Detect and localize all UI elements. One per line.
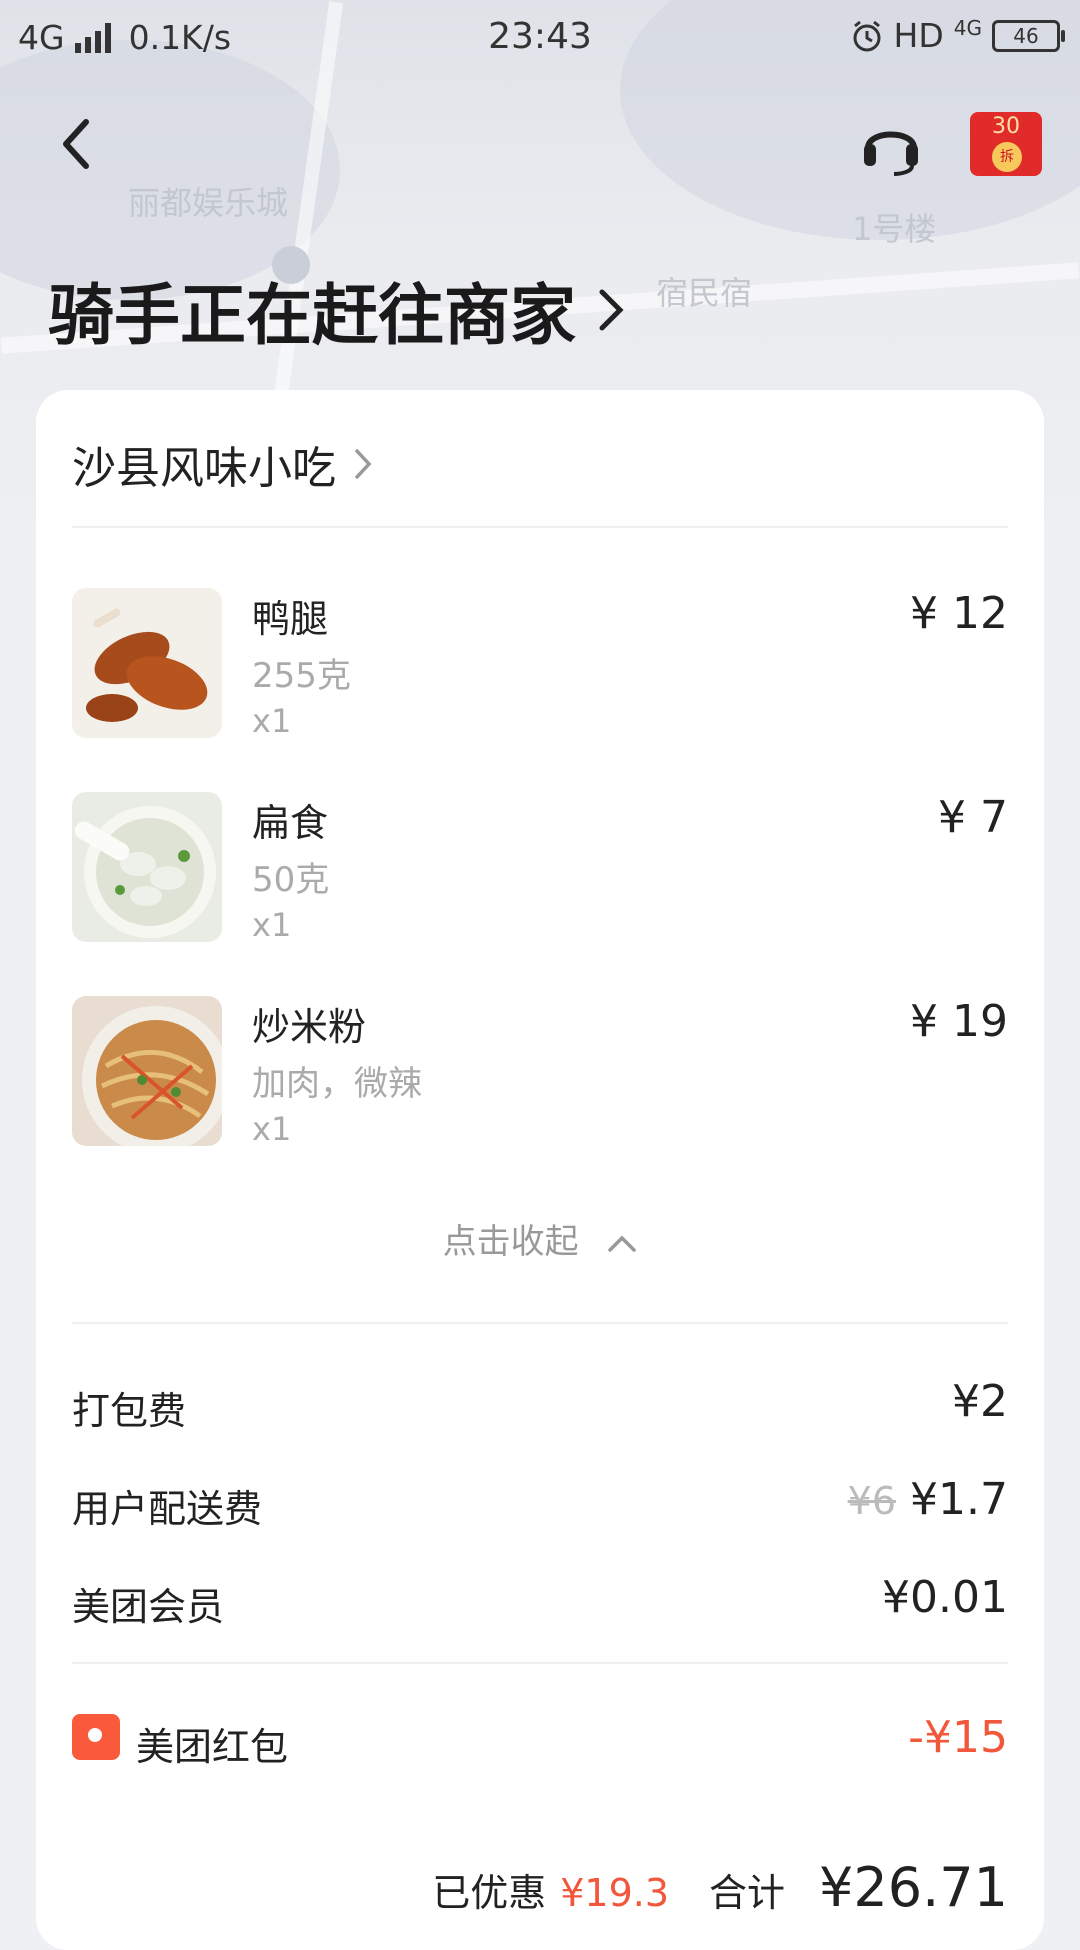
item-name: 炒米粉 (252, 1005, 367, 1049)
order-item: 扁食 50克 x1 ¥ 7 (72, 792, 1008, 944)
divider (72, 1662, 1008, 1664)
chevron-up-icon (608, 1235, 637, 1252)
item-qty: x1 (252, 1110, 292, 1148)
item-qty: x1 (252, 702, 292, 740)
red-packet-button[interactable]: 30 拆 (970, 112, 1042, 176)
discount-value: ¥19.3 (560, 1871, 670, 1915)
chevron-right-icon (355, 449, 372, 479)
fee-value: ¥1.7 (910, 1474, 1008, 1525)
total-label: 合计 (709, 1871, 786, 1915)
total-value: ¥26.71 (819, 1856, 1008, 1919)
item-spec: 加肉，微辣 (252, 1064, 422, 1104)
item-spec: 50克 (252, 860, 330, 900)
red-packet-value: -¥15 (908, 1712, 1008, 1763)
member-fee-row: 美团会员 ¥0.01 (72, 1572, 1008, 1636)
customer-service-button[interactable] (860, 116, 922, 176)
packing-fee-row: 打包费 ¥2 (72, 1376, 1008, 1440)
fee-value: ¥2 (952, 1376, 1008, 1427)
fee-value: ¥0.01 (882, 1572, 1008, 1623)
map-label: 宿民宿 (656, 274, 753, 312)
map-label: 1号楼 (852, 210, 937, 248)
order-status-title[interactable]: 骑手正在赶往商家 (48, 262, 624, 358)
collapse-label: 点击收起 (442, 1222, 579, 1262)
fee-label: 打包费 (72, 1389, 187, 1433)
item-name: 鸭腿 (252, 597, 329, 641)
discount-label: 已优惠 (432, 1871, 547, 1915)
battery-level: 46 (1013, 23, 1039, 48)
order-item: 鸭腿 255克 x1 ¥ 12 (72, 588, 1008, 740)
item-price: ¥ 19 (910, 996, 1008, 1047)
wonton-image (72, 792, 222, 942)
fee-label: 用户配送费 (72, 1487, 263, 1531)
red-packet-label: 美团红包 (136, 1725, 289, 1769)
divider (72, 1322, 1008, 1324)
delivery-fee-row: 用户配送费 ¥6 ¥1.7 (72, 1474, 1008, 1538)
duck-leg-image (72, 588, 222, 738)
red-packet-badge: 拆 (992, 142, 1022, 172)
shop-link[interactable]: 沙县风味小吃 (72, 432, 372, 496)
item-qty: x1 (252, 906, 292, 944)
fried-rice-noodles-image (72, 996, 222, 1146)
item-price: ¥ 12 (910, 588, 1008, 639)
item-price: ¥ 7 (938, 792, 1008, 843)
headset-icon (864, 131, 918, 176)
fee-value-group: ¥6 ¥1.7 (848, 1474, 1008, 1525)
map-label: 丽都娱乐城 (128, 184, 289, 222)
order-status-text: 骑手正在赶往商家 (48, 277, 576, 354)
divider (72, 526, 1008, 528)
item-name: 扁食 (252, 801, 329, 845)
red-packet-icon (72, 1714, 120, 1760)
chevron-left-icon (63, 119, 89, 169)
battery-icon: 46 (992, 19, 1065, 52)
red-packet-amount: 30 (992, 114, 1020, 139)
hd-indicator: HD (893, 16, 944, 55)
chevron-right-icon (599, 289, 624, 331)
back-button[interactable] (56, 116, 96, 172)
shop-name: 沙县风味小吃 (72, 443, 336, 494)
collapse-toggle[interactable]: 点击收起 (0, 1214, 1080, 1263)
red-packet-row: 美团红包 -¥15 (72, 1712, 1008, 1772)
fee-label: 美团会员 (72, 1585, 225, 1629)
original-fee: ¥6 (847, 1479, 897, 1523)
item-spec: 255克 (252, 656, 351, 696)
order-summary: 已优惠 ¥19.3 合计 ¥26.71 (432, 1856, 1008, 1919)
alarm-icon (853, 20, 881, 51)
network-type-right: 4G (953, 16, 982, 40)
status-bar: 4G 0.1K/s 23:43 HD 4G 46 (0, 0, 1080, 76)
order-item: 炒米粉 加肉，微辣 x1 ¥ 19 (72, 996, 1008, 1148)
